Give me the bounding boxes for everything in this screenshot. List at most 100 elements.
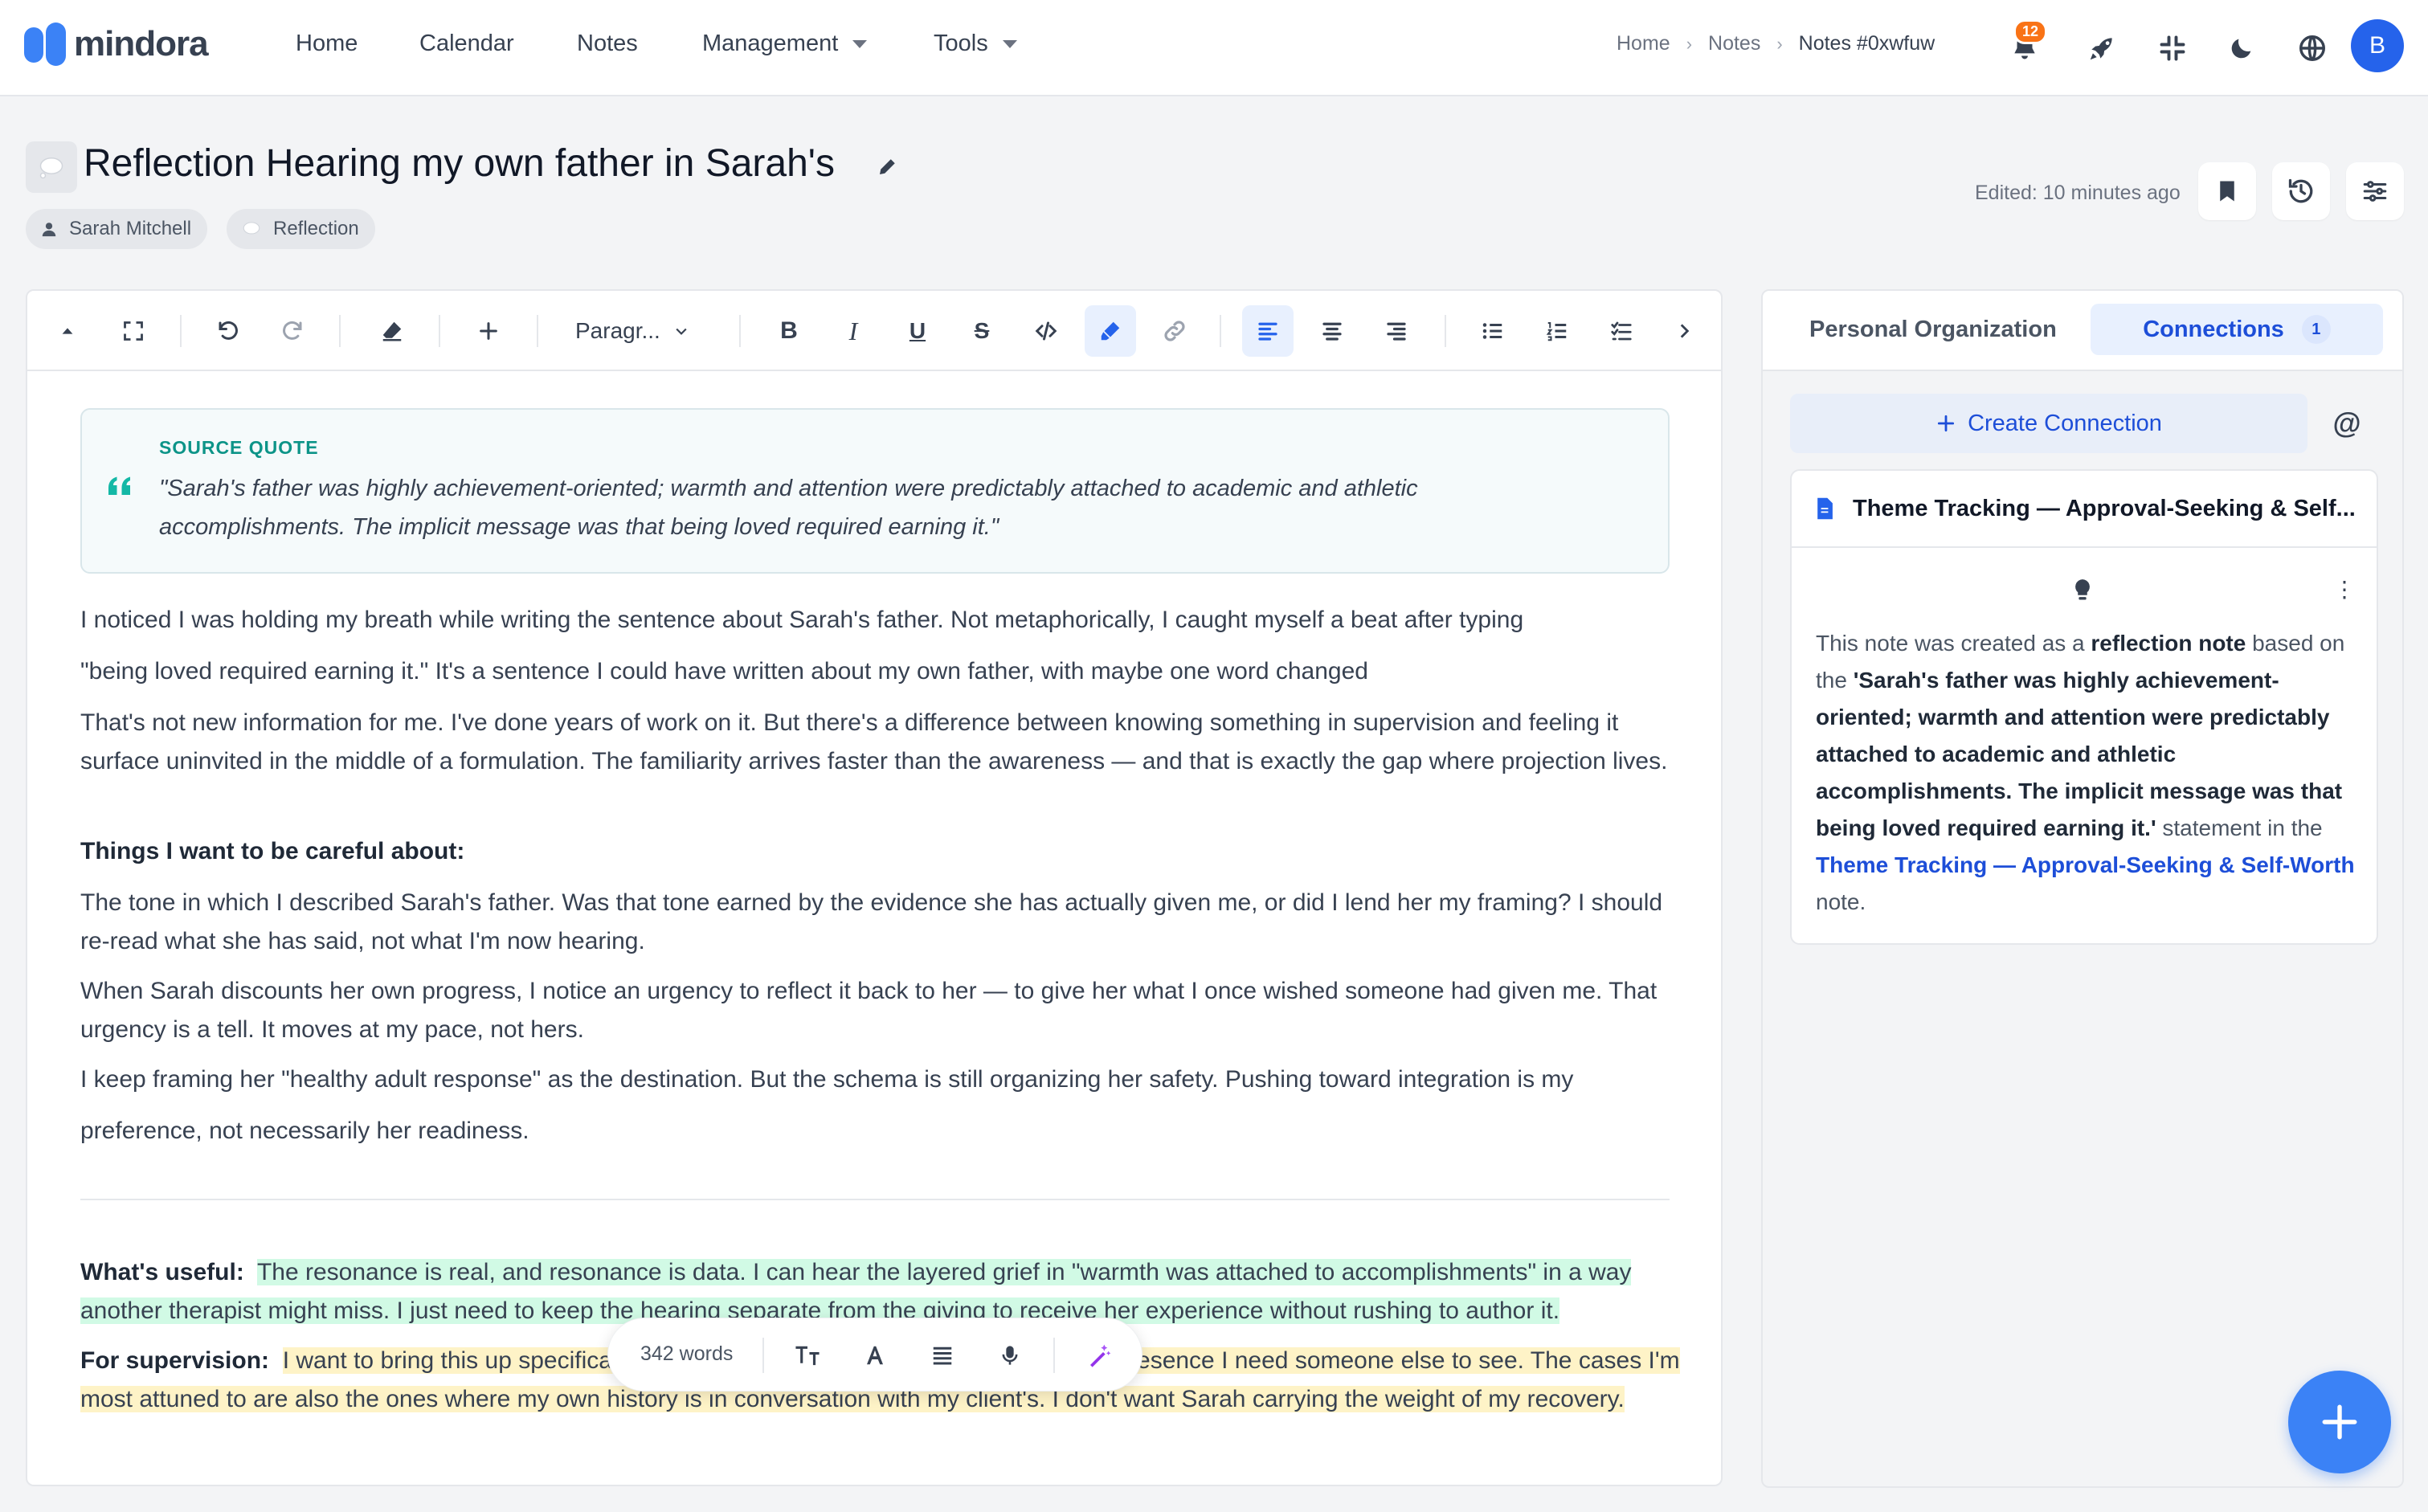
text-size-button[interactable] (788, 1336, 827, 1375)
font-icon (867, 1346, 883, 1365)
compress-view-button[interactable] (2148, 24, 2197, 72)
chevron-down-icon (852, 39, 868, 48)
redo-button[interactable] (267, 305, 318, 357)
section-heading-text: Things I want to be careful about: (80, 838, 465, 864)
align-center-button[interactable] (1306, 305, 1358, 357)
fullscreen-icon (124, 321, 143, 341)
dark-mode-toggle[interactable] (2217, 24, 2266, 72)
nav-notes[interactable]: Notes (577, 31, 638, 57)
align-center-icon (1322, 322, 1342, 341)
connection-card-header[interactable]: Theme Tracking — Approval-Seeking & Self… (1792, 471, 2377, 548)
tab-connections-label: Connections (2143, 316, 2284, 342)
fullscreen-button[interactable] (108, 305, 159, 357)
italic-button[interactable]: I (828, 305, 879, 357)
globe-icon (2299, 35, 2325, 61)
paragraph[interactable]: "being loved required earning it." It's … (80, 652, 1687, 691)
nav-notes-label: Notes (577, 31, 638, 56)
bookmark-icon (2220, 181, 2234, 202)
eraser-icon (382, 321, 402, 341)
mention-button[interactable]: @ (2325, 402, 2369, 445)
align-right-button[interactable] (1371, 305, 1422, 357)
app-logo[interactable]: mindora (24, 22, 209, 66)
tag-type[interactable]: Reflection (227, 209, 375, 249)
launch-button[interactable] (2078, 24, 2126, 72)
edit-title-button[interactable] (876, 154, 900, 182)
source-quote-block: SOURCE QUOTE "Sarah's father was highly … (80, 408, 1670, 574)
tag-client[interactable]: Sarah Mitchell (26, 209, 208, 249)
code-icon (1035, 321, 1057, 341)
nav-tools[interactable]: Tools (934, 31, 1017, 57)
add-button[interactable] (2288, 1371, 2391, 1473)
more-options-icon[interactable]: ⋮ (2333, 578, 2356, 601)
ordered-list-icon (1546, 322, 1567, 341)
connection-description: This note was created as a reflection no… (1816, 625, 2362, 921)
breadcrumb-home[interactable]: Home (1617, 32, 1670, 55)
insert-block-button[interactable] (463, 305, 514, 357)
plus-icon (1938, 415, 1955, 432)
desc-text: This note was created as a (1816, 631, 2091, 656)
side-panel-tabs: Personal Organization Connections 1 (1763, 291, 2402, 371)
user-avatar[interactable]: B (2351, 19, 2404, 72)
nav-management-label: Management (702, 31, 839, 56)
toolbar-divider (762, 1338, 764, 1373)
ordered-list-button[interactable] (1531, 305, 1583, 357)
desc-text: statement in the (2156, 815, 2323, 840)
align-left-button[interactable] (1242, 305, 1294, 357)
create-connection-button[interactable]: Create Connection (1790, 394, 2307, 453)
notifications-button[interactable]: 12 (2001, 19, 2049, 72)
connection-card[interactable]: Theme Tracking — Approval-Seeking & Self… (1790, 469, 2378, 945)
note-emoji-button[interactable] (26, 141, 77, 193)
code-button[interactable] (1020, 305, 1072, 357)
ai-assist-button[interactable] (1081, 1336, 1119, 1375)
nav-management[interactable]: Management (702, 31, 868, 57)
strikethrough-button[interactable]: S (956, 305, 1008, 357)
page-title[interactable]: Reflection Hearing my own father in Sara… (84, 141, 835, 186)
top-navbar: mindora Home Calendar Notes Management T… (0, 0, 2428, 96)
toolbar-divider (180, 315, 182, 347)
supervision-label: For supervision: (80, 1347, 270, 1374)
paragraph[interactable]: I noticed I was holding my breath while … (80, 601, 1687, 640)
tab-personal-organization[interactable]: Personal Organization (1809, 317, 2057, 343)
undo-button[interactable] (202, 305, 254, 357)
breadcrumb-notes[interactable]: Notes (1708, 32, 1760, 55)
bullet-list-button[interactable] (1467, 305, 1519, 357)
highlighter-icon (1101, 321, 1120, 341)
chevron-down-icon (676, 328, 687, 335)
settings-button[interactable] (2346, 162, 2404, 220)
edited-timestamp: Edited: 10 minutes ago (1975, 182, 2181, 204)
line-spacing-button[interactable] (923, 1336, 962, 1375)
underline-button[interactable]: U (892, 305, 943, 357)
clear-format-button[interactable] (366, 305, 418, 357)
font-button[interactable] (856, 1336, 894, 1375)
breadcrumb-separator-icon: › (1686, 33, 1693, 54)
editor-toolbar: Paragr... B I U S (27, 291, 1721, 371)
language-button[interactable] (2288, 24, 2336, 72)
collapse-toolbar-button[interactable] (42, 305, 93, 357)
history-button[interactable] (2272, 162, 2330, 220)
tab-connections[interactable]: Connections 1 (2091, 304, 2383, 355)
task-list-button[interactable] (1596, 305, 1647, 357)
horizontal-rule (80, 1199, 1670, 1200)
paragraph[interactable]: preference, not necessarily her readines… (80, 1112, 1687, 1150)
nav-home[interactable]: Home (296, 31, 358, 57)
nav-calendar[interactable]: Calendar (419, 31, 514, 57)
more-tools-button[interactable] (1658, 305, 1710, 357)
bold-icon: B (780, 317, 798, 344)
paragraph[interactable]: The tone in which I described Sarah's fa… (80, 884, 1687, 961)
section-heading[interactable]: Things I want to be careful about: (80, 832, 1687, 871)
block-type-select[interactable]: Paragr... (575, 305, 689, 357)
notification-count-badge: 12 (2013, 19, 2047, 44)
voice-dictation-button[interactable] (991, 1336, 1029, 1375)
bookmark-button[interactable] (2198, 162, 2256, 220)
paragraph[interactable]: That's not new information for me. I've … (80, 704, 1687, 781)
source-quote-label: SOURCE QUOTE (159, 437, 319, 458)
link-button[interactable] (1149, 305, 1200, 357)
highlight-button[interactable] (1085, 305, 1136, 357)
bold-button[interactable]: B (763, 305, 815, 357)
tag-type-label: Reflection (273, 218, 359, 239)
desc-quote: 'Sarah's father was highly achievement-o… (1816, 668, 2343, 840)
plus-icon (2322, 1404, 2357, 1440)
paragraph[interactable]: I keep framing her "healthy adult respon… (80, 1060, 1687, 1099)
connected-note-link[interactable]: Theme Tracking — Approval-Seeking & Self… (1816, 852, 2355, 877)
paragraph[interactable]: When Sarah discounts her own progress, I… (80, 972, 1687, 1049)
